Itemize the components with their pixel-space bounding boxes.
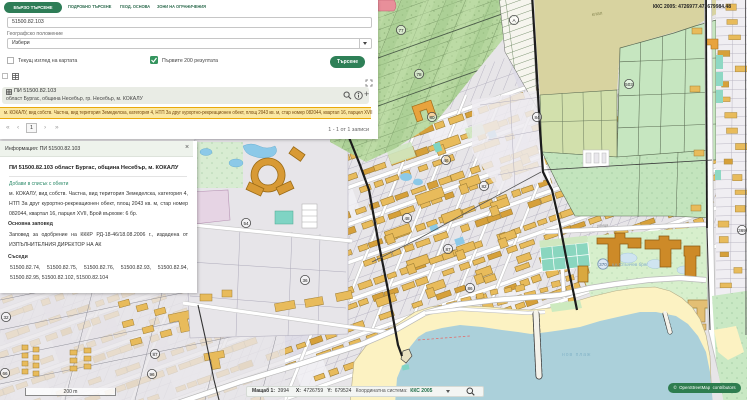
svg-text:32: 32 [3,315,9,320]
svg-text:369: 369 [738,228,746,233]
svg-text:46: 46 [443,158,449,163]
svg-text:54: 54 [243,221,249,226]
svg-text:96: 96 [149,372,155,377]
svg-text:66: 66 [2,371,8,376]
svg-text:503: 503 [625,82,633,87]
svg-text:48: 48 [404,216,410,221]
svg-text:улица: улица [597,222,609,228]
svg-text:к.к.Слънчев бряг: к.к.Слънчев бряг [612,262,648,267]
svg-text:ККС 2005: 4726977.47, 679984.4: ККС 2005: 4726977.47, 679984.48 [653,4,731,10]
svg-text:77: 77 [398,28,404,33]
svg-text:87: 87 [445,247,451,252]
svg-text:нов плаж: нов плаж [562,352,591,358]
svg-text:86: 86 [467,286,473,291]
svg-text:78: 78 [416,72,422,77]
svg-text:370: 370 [599,262,607,267]
svg-text:87: 87 [152,352,158,357]
svg-text:82: 82 [481,184,487,189]
svg-text:84: 84 [534,115,540,120]
svg-text:80: 80 [429,115,435,120]
svg-text:36: 36 [302,278,308,283]
